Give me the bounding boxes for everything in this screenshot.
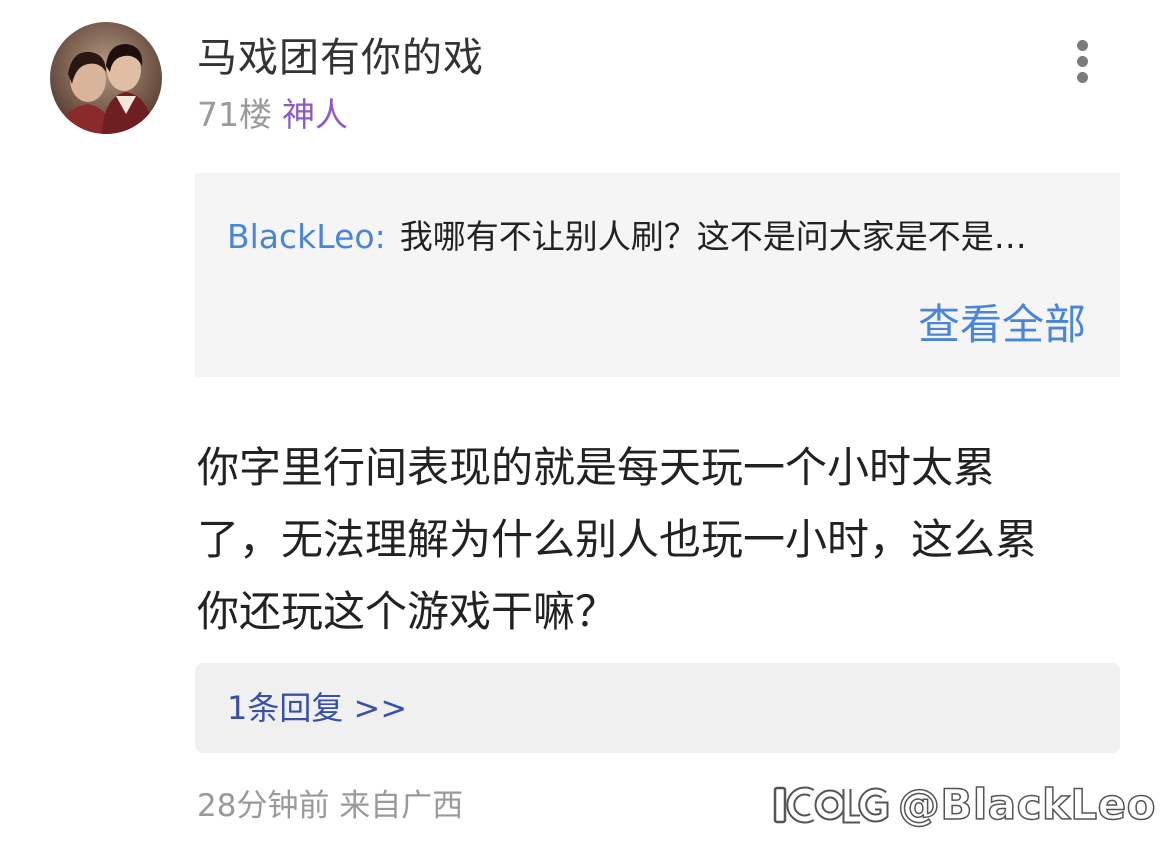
quote-text: 我哪有不让别人刷？这不是问大家是不是… [399, 217, 1027, 256]
quote-author[interactable]: BlackLeo: [227, 217, 386, 256]
more-options-button[interactable] [1064, 36, 1100, 86]
post-time-location: 28分钟前 来自广西 [197, 788, 464, 824]
view-all-link[interactable]: 查看全部 [918, 299, 1086, 351]
replies-bar[interactable]: 1条回复 >> [195, 663, 1120, 753]
user-avatar[interactable] [50, 22, 162, 134]
quoted-comment[interactable]: BlackLeo: 我哪有不让别人刷？这不是问大家是不是… 查看全部 [195, 173, 1120, 377]
comment-body: 你字里行间表现的就是每天玩一个小时太累 了，无法理解为什么别人也玩一小时，这么累… [197, 432, 1107, 648]
username[interactable]: 马戏团有你的戏 [197, 34, 484, 82]
view-replies-link[interactable]: 1条回复 >> [227, 687, 407, 729]
floor-number: 71楼 [197, 95, 272, 134]
post-meta: 71楼 神人 [197, 94, 348, 136]
watermark: @BlackLeo [772, 776, 1156, 834]
watermark-text: @BlackLeo [897, 779, 1156, 830]
comment-line: 了，无法理解为什么别人也玩一小时，这么累 [197, 515, 1038, 564]
more-vertical-icon [1077, 40, 1088, 51]
comment-line: 你还玩这个游戏干嘛？ [197, 587, 618, 636]
user-badge: 神人 [282, 95, 348, 134]
more-icon-dot [1077, 56, 1088, 67]
more-icon-dot [1077, 72, 1088, 83]
comment-line: 你字里行间表现的就是每天玩一个小时太累 [197, 443, 996, 492]
quote-line: BlackLeo: 我哪有不让别人刷？这不是问大家是不是… [227, 215, 1027, 259]
colg-logo-icon [773, 786, 889, 824]
avatar-image [50, 22, 162, 134]
